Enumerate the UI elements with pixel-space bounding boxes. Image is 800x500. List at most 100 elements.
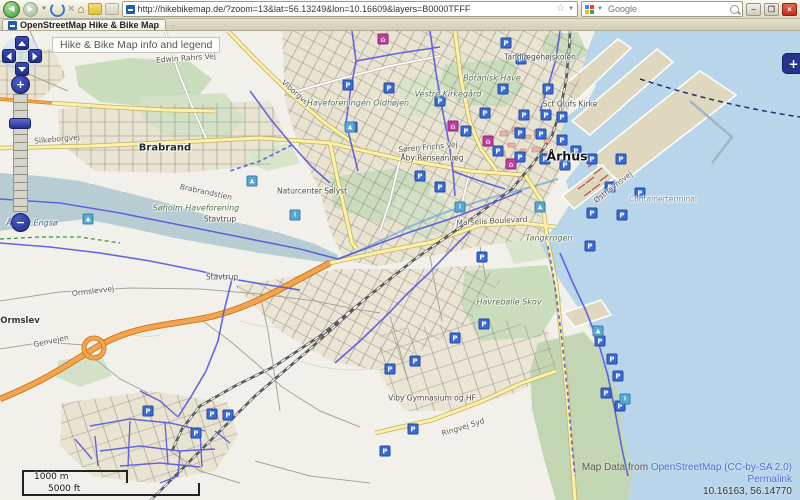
parking-icon: P xyxy=(408,424,419,435)
parking-icon: P xyxy=(635,188,646,199)
parking-icon: P xyxy=(143,406,154,417)
browser-toolbar: ◀ ▶ ▼ × ⌂ http://hikebikemap.de/?zoom=13… xyxy=(0,0,800,19)
leisure-icon: i xyxy=(455,202,466,213)
parking-icon: P xyxy=(435,96,446,107)
home-icon: ⌂ xyxy=(77,2,84,16)
parking-icon: P xyxy=(595,336,606,347)
back-button[interactable]: ◀ xyxy=(3,1,20,18)
leisure-icon: i xyxy=(620,394,631,405)
back-icon: ◀ xyxy=(8,5,14,13)
lodging-icon: ⌂ xyxy=(483,136,494,147)
parking-icon: P xyxy=(479,319,490,330)
pan-west-button[interactable] xyxy=(2,49,16,63)
parking-icon: P xyxy=(385,364,396,375)
minimize-button[interactable]: – xyxy=(746,3,761,16)
parking-icon: P xyxy=(493,146,504,157)
parking-icon: P xyxy=(515,128,526,139)
scale-metric: 1000 m xyxy=(22,470,128,483)
parking-icon: P xyxy=(585,241,596,252)
parking-icon: P xyxy=(560,160,571,171)
pan-east-button[interactable] xyxy=(28,49,42,63)
parking-icon: P xyxy=(384,83,395,94)
lodging-icon: ⌂ xyxy=(378,34,389,45)
tab-openstreetmap[interactable]: OpenStreetMap Hike & Bike Map xyxy=(2,19,166,30)
layer-switcher-button[interactable]: + xyxy=(782,53,800,74)
new-tab-button[interactable]: ▫ xyxy=(172,23,174,30)
parking-icon: P xyxy=(601,388,612,399)
attribution: Map Data from OpenStreetMap (CC-by-SA 2.… xyxy=(582,462,792,498)
osm-link[interactable]: OpenStreetMap xyxy=(651,462,722,473)
parking-icon: P xyxy=(543,84,554,95)
parking-icon: P xyxy=(380,446,391,457)
lodging-icon: ⌂ xyxy=(506,159,517,170)
close-button[interactable]: × xyxy=(782,3,797,16)
parking-icon: P xyxy=(223,410,234,421)
zoom-in-button[interactable]: + xyxy=(11,75,30,94)
leisure-icon: ▲ xyxy=(535,202,546,213)
arrow-left-icon xyxy=(7,52,12,60)
map-viewport: Hike & Bike Map info and legend + − + 10… xyxy=(0,31,800,500)
zoom-slider-track[interactable] xyxy=(13,94,28,212)
extension-button[interactable] xyxy=(105,3,119,15)
scale-bar: 1000 m 5000 ft xyxy=(22,470,200,496)
url-text[interactable]: http://hikebikemap.de/?zoom=13&lat=56.13… xyxy=(138,4,553,14)
parking-icon: P xyxy=(477,252,488,263)
permalink-link[interactable]: Permalink xyxy=(748,474,792,485)
license-link[interactable]: (CC-by-SA 2.0) xyxy=(721,462,792,473)
lodging-icon: ⌂ xyxy=(448,121,459,132)
leisure-icon: i xyxy=(290,210,301,221)
parking-icon: P xyxy=(461,126,472,137)
google-icon xyxy=(585,5,594,14)
parking-icon: P xyxy=(207,409,218,420)
restore-button[interactable]: ❐ xyxy=(764,3,779,16)
forward-icon: ▶ xyxy=(28,5,33,13)
pan-north-button[interactable] xyxy=(15,36,29,50)
forward-button[interactable]: ▶ xyxy=(23,2,38,17)
parking-icon: P xyxy=(540,154,551,165)
reload-icon xyxy=(50,2,65,17)
pan-south-button[interactable] xyxy=(15,62,29,76)
bookmark-toolbar-button[interactable] xyxy=(88,3,102,15)
arrow-right-icon xyxy=(33,52,38,60)
url-bar[interactable]: http://hikebikemap.de/?zoom=13&lat=56.13… xyxy=(122,1,578,17)
stop-icon: × xyxy=(68,3,74,15)
parking-icon: P xyxy=(415,171,426,182)
parking-icon: P xyxy=(587,208,598,219)
parking-icon: P xyxy=(616,154,627,165)
legend-link[interactable]: Hike & Bike Map info and legend xyxy=(52,37,220,53)
leisure-icon: ▲ xyxy=(593,326,604,337)
parking-icon: P xyxy=(613,371,624,382)
pan-control xyxy=(2,36,40,74)
search-input[interactable] xyxy=(606,3,727,15)
parking-icon: P xyxy=(617,210,628,221)
parking-icon: P xyxy=(410,356,421,367)
attribution-text: Map Data from xyxy=(582,462,651,473)
arrow-up-icon xyxy=(18,41,26,46)
parking-icon: P xyxy=(480,108,491,119)
history-dropdown[interactable]: ▼ xyxy=(41,6,47,12)
leisure-icon: ▲ xyxy=(83,214,94,225)
mouse-coordinates: 10.16163, 56.14770 xyxy=(582,486,792,498)
map-canvas[interactable] xyxy=(0,31,800,500)
parking-icon: P xyxy=(343,80,354,91)
bookmark-star-icon[interactable]: ☆ xyxy=(556,4,565,14)
tab-favicon xyxy=(8,21,17,30)
parking-icon: P xyxy=(587,154,598,165)
parking-icon: P xyxy=(519,110,530,121)
home-button[interactable]: ⌂ xyxy=(77,2,84,16)
reload-button[interactable] xyxy=(50,2,65,17)
zoom-slider-handle[interactable] xyxy=(9,118,31,129)
search-icon[interactable] xyxy=(730,5,739,14)
parking-icon: P xyxy=(571,146,582,157)
search-box[interactable]: ▼ xyxy=(581,1,743,17)
tab-bar: OpenStreetMap Hike & Bike Map ▫ xyxy=(0,19,800,31)
parking-icon: P xyxy=(435,182,446,193)
leisure-icon: ▲ xyxy=(247,176,258,187)
search-engine-dropdown[interactable]: ▼ xyxy=(597,6,603,12)
parking-icon: P xyxy=(541,110,552,121)
zoom-out-button[interactable]: − xyxy=(11,213,30,232)
stop-button[interactable]: × xyxy=(68,3,74,15)
parking-icon: P xyxy=(516,54,527,65)
tab-title: OpenStreetMap Hike & Bike Map xyxy=(20,20,159,30)
url-dropdown[interactable]: ▼ xyxy=(568,6,574,12)
